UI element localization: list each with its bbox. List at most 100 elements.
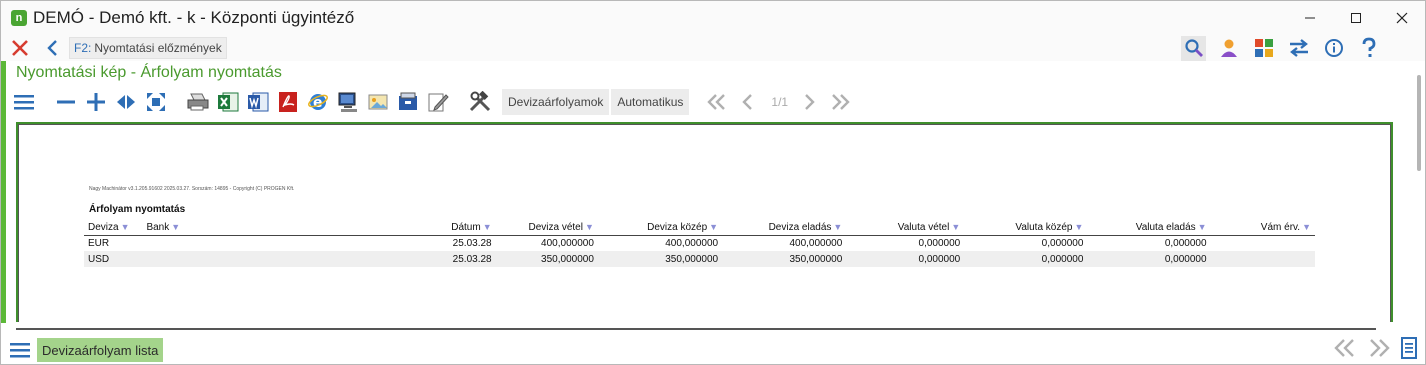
cell-deviza-vetel: 400,000000 — [541, 237, 594, 249]
double-chevron-left-icon — [1334, 338, 1354, 357]
export-html-button[interactable]: e — [304, 89, 332, 115]
search-button[interactable] — [1181, 35, 1206, 61]
page-indicator: 1/1 — [771, 95, 789, 109]
minimize-button[interactable] — [1287, 1, 1333, 35]
exchange-rates-button[interactable]: Devizaárfolyamok — [502, 89, 610, 115]
close-form-button[interactable] — [9, 37, 31, 59]
export-image-button[interactable] — [364, 89, 392, 115]
filter-icon[interactable]: ▼ — [483, 222, 492, 232]
horizontal-scrollbar[interactable] — [16, 328, 1376, 330]
previous-page-button[interactable] — [733, 89, 761, 115]
maximize-button[interactable] — [1333, 1, 1379, 35]
close-window-button[interactable] — [1379, 1, 1425, 35]
cell-bank — [142, 235, 445, 251]
close-icon — [1396, 12, 1408, 24]
cell-valuta-eladas: 0,000000 — [1087, 251, 1211, 267]
automatic-button[interactable]: Automatikus — [611, 89, 690, 115]
col-header-deviza-kozep[interactable]: Deviza közép ▼ — [597, 220, 723, 236]
filter-icon[interactable]: ▼ — [951, 222, 960, 232]
chevron-right-icon — [805, 94, 815, 110]
cell-valuta-kozep: 0,000000 — [964, 251, 1088, 267]
edit-button[interactable] — [424, 89, 452, 115]
cell-valuta-vetel: 0,000000 — [918, 237, 961, 249]
table-header-row: Deviza ▼ Bank ▼ Dátum ▼ Deviza vétel ▼ Deviz… — [84, 220, 1315, 236]
maximize-icon — [1351, 13, 1361, 23]
title-bar: n DEMÓ - Demó kft. - k - Központi ügyint… — [1, 1, 1425, 35]
cell-valuta-eladas: 0,000000 — [1164, 237, 1207, 249]
notes-button[interactable] — [1401, 336, 1417, 364]
first-page-button[interactable] — [703, 89, 731, 115]
tabs-previous-button[interactable] — [1333, 338, 1357, 363]
filter-icon[interactable]: ▼ — [709, 222, 718, 232]
send-screen-button[interactable] — [334, 89, 362, 115]
exchange-rate-table: Deviza ▼ Bank ▼ Dátum ▼ Deviza vétel ▼ Deviz… — [84, 220, 1315, 267]
export-excel-button[interactable] — [214, 89, 242, 115]
col-header-valuta-eladas[interactable]: Valuta eladás ▼ — [1087, 220, 1211, 236]
next-page-button[interactable] — [796, 89, 824, 115]
export-word-button[interactable] — [244, 89, 272, 115]
col-header-deviza[interactable]: Deviza ▼ — [84, 220, 143, 236]
print-button[interactable] — [184, 89, 212, 115]
pdf-icon — [279, 92, 297, 112]
switch-button[interactable] — [1286, 36, 1311, 61]
filter-icon[interactable]: ▼ — [121, 222, 130, 232]
modules-grid-icon — [1254, 39, 1273, 57]
user-button[interactable] — [1216, 36, 1241, 61]
table-row[interactable]: EUR 25.03.28 400,000000 400,000000 400,0… — [84, 235, 1315, 251]
fit-width-button[interactable] — [112, 89, 140, 115]
filter-icon[interactable]: ▼ — [833, 222, 842, 232]
archive-icon — [399, 92, 417, 110]
col-header-vam-erv[interactable]: Vám érv. ▼ — [1210, 220, 1315, 236]
preview-page-frame[interactable]: Nagy Machinátor v3.1.205.91602 2025.03.2… — [16, 122, 1393, 322]
back-button[interactable] — [43, 37, 61, 59]
fit-page-button[interactable] — [142, 89, 170, 115]
cell-deviza-eladas: 400,000000 — [789, 237, 843, 249]
table-row[interactable]: USD 25.03.28 350,000000 350,000000 350,0… — [84, 251, 1315, 267]
print-history-button[interactable]: F2: Nyomtatási előzmények — [69, 37, 227, 59]
zoom-in-button[interactable] — [82, 89, 110, 115]
document-list-icon — [1401, 336, 1417, 359]
export-pdf-button[interactable] — [274, 89, 302, 115]
window-controls — [1287, 1, 1425, 35]
filter-icon[interactable]: ▼ — [585, 222, 594, 232]
bottom-bar: Devizaárfolyam lista — [1, 336, 1425, 364]
report-meta-line: Nagy Machinátor v3.1.205.91602 2025.03.2… — [89, 186, 295, 192]
zoom-out-button[interactable] — [52, 89, 80, 115]
col-header-deviza-eladas[interactable]: Deviza eladás ▼ — [722, 220, 847, 236]
help-question-icon — [1362, 37, 1375, 57]
modules-button[interactable] — [1251, 36, 1276, 61]
settings-tools-button[interactable] — [466, 89, 494, 115]
cell-deviza-kozep: 400,000000 — [665, 237, 719, 249]
filter-icon[interactable]: ▼ — [1302, 222, 1311, 232]
col-header-valuta-vetel[interactable]: Valuta vétel ▼ — [846, 220, 965, 236]
minus-icon — [57, 100, 75, 104]
double-chevron-right-icon — [1370, 338, 1390, 357]
cell-deviza-eladas: 350,000000 — [722, 251, 847, 267]
col-header-deviza-vetel[interactable]: Deviza vétel ▼ — [495, 220, 598, 236]
col-header-bank[interactable]: Bank ▼ — [142, 220, 446, 236]
vertical-scrollbar-thumb[interactable] — [1417, 75, 1421, 171]
filter-icon[interactable]: ▼ — [171, 222, 180, 232]
filter-icon[interactable]: ▼ — [1198, 222, 1207, 232]
tabs-next-button[interactable] — [1367, 338, 1391, 363]
help-button[interactable] — [1356, 36, 1381, 61]
bottom-menu-button[interactable] — [9, 339, 31, 361]
bottom-actions — [1333, 336, 1417, 364]
printer-icon — [187, 93, 209, 111]
cell-datum: 25.03.28 — [452, 237, 492, 249]
nav-bar: F2: Nyomtatási előzmények — [1, 35, 1425, 61]
tab-exchange-rate-list[interactable]: Devizaárfolyam lista — [37, 338, 164, 362]
menu-button[interactable] — [10, 89, 38, 115]
cell-bank — [142, 251, 446, 267]
hamburger-icon — [10, 343, 30, 358]
last-page-button[interactable] — [826, 89, 854, 115]
tools-icon — [469, 91, 491, 112]
info-button[interactable] — [1321, 36, 1346, 61]
cell-deviza-vetel: 350,000000 — [495, 251, 598, 267]
col-header-datum[interactable]: Dátum ▼ — [445, 220, 496, 236]
col-header-valuta-kozep[interactable]: Valuta közép ▼ — [964, 220, 1088, 236]
filter-icon[interactable]: ▼ — [1074, 222, 1083, 232]
email-button[interactable] — [394, 89, 422, 115]
cell-valuta-kozep: 0,000000 — [1041, 237, 1084, 249]
double-chevron-left-icon — [707, 94, 726, 110]
